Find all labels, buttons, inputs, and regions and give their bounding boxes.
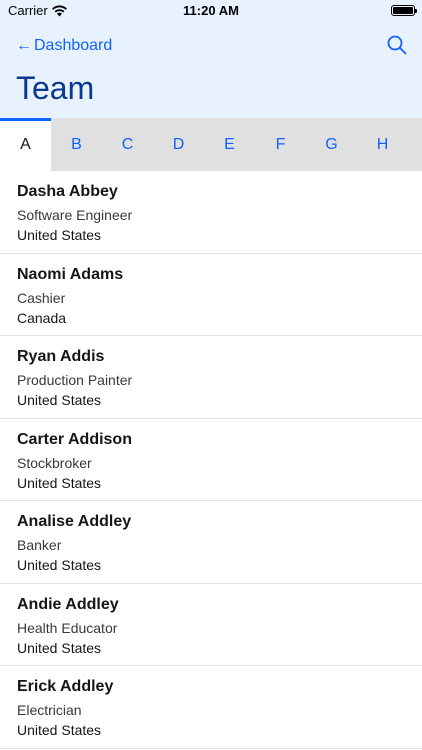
person-country: Canada	[17, 309, 67, 326]
list-item[interactable]: Andie Addley Health Educator United Stat…	[0, 584, 422, 666]
arrow-left-icon: ←	[16, 37, 32, 54]
tab-h[interactable]: H	[357, 118, 408, 171]
tab-c[interactable]: C	[102, 118, 153, 171]
list-item[interactable]: Ryan Addis Production Painter United Sta…	[0, 336, 422, 419]
alphabet-tabs: A B C D E F G H	[0, 118, 422, 171]
person-country: United States	[17, 639, 102, 656]
person-country: United States	[17, 474, 102, 491]
tab-g[interactable]: G	[306, 118, 357, 171]
person-job: Electrician	[17, 702, 82, 718]
person-name: Naomi Adams	[17, 265, 124, 283]
tab-e[interactable]: E	[204, 118, 255, 171]
person-name: Carter Addison	[17, 430, 132, 448]
person-name: Analise Addley	[17, 513, 132, 530]
person-name: Ryan Addis	[17, 348, 105, 365]
status-bar: Carrier 11:20 AM	[0, 0, 422, 24]
person-job: Cashier	[17, 289, 66, 306]
person-country: United States	[17, 227, 102, 243]
tab-b[interactable]: B	[51, 118, 102, 171]
person-country: United States	[17, 557, 102, 573]
person-job: Health Educator	[17, 619, 118, 636]
list-item[interactable]: Carter Addison Stockbroker United States	[0, 419, 422, 501]
header: Carrier 11:20 AM ← Dashboard Team	[0, 0, 422, 118]
tab-f[interactable]: F	[255, 118, 306, 171]
person-country: United States	[17, 722, 102, 738]
clock-time: 11:20 AM	[183, 3, 239, 18]
search-icon[interactable]	[386, 34, 408, 56]
list-item[interactable]: Naomi Adams Cashier Canada	[0, 254, 422, 336]
tab-d[interactable]: D	[153, 118, 204, 171]
list-item[interactable]: Dasha Abbey Software Engineer United Sta…	[0, 171, 422, 254]
back-button-label: Dashboard	[34, 37, 113, 54]
person-job: Software Engineer	[17, 207, 133, 223]
list-item[interactable]: Erick Addley Electrician United States	[0, 666, 422, 749]
page-title: Team	[16, 70, 95, 106]
person-country: United States	[17, 392, 102, 408]
person-name: Dasha Abbey	[17, 183, 118, 200]
team-list: Dasha Abbey Software Engineer United Sta…	[0, 171, 422, 749]
person-job: Stockbroker	[17, 454, 92, 471]
list-item[interactable]: Analise Addley Banker United States	[0, 501, 422, 584]
person-job: Banker	[17, 537, 62, 553]
person-job: Production Painter	[17, 372, 133, 388]
person-name: Erick Addley	[17, 678, 114, 695]
person-name: Andie Addley	[17, 595, 119, 613]
back-button[interactable]: ← Dashboard	[16, 35, 112, 57]
tab-a[interactable]: A	[0, 118, 51, 171]
battery-icon	[391, 5, 417, 16]
